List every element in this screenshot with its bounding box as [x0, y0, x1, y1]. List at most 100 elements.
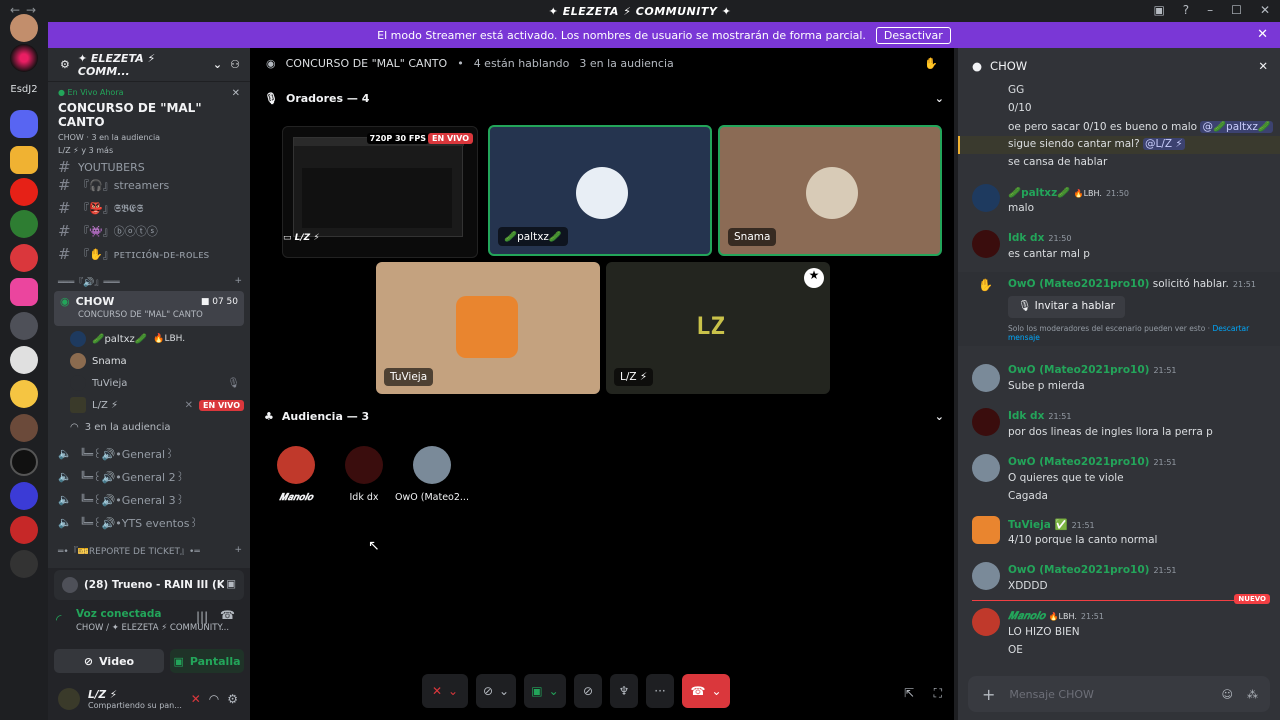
add-channel-icon[interactable]: +	[234, 545, 242, 555]
voice-user[interactable]: Snama	[48, 350, 250, 372]
speaker-tile[interactable]: Snama	[718, 125, 942, 256]
server-icon[interactable]	[10, 482, 38, 510]
audience-member[interactable]: 𝑴𝒂𝒏𝒐𝒍𝒐	[258, 446, 334, 503]
leave-stage-button[interactable]: ☎ ⌄	[682, 674, 730, 708]
voice-channel-item[interactable]: 🔈 ╚═꒰🔊•YTS eventos꒱	[48, 511, 250, 534]
server-folder-label[interactable]: EsdJ2	[0, 84, 48, 95]
voice-user[interactable]: L/Z ⚡ ✕ EN VIVO	[48, 394, 250, 416]
move-to-audience-button[interactable]: ⊘	[574, 674, 602, 708]
server-icon[interactable]	[10, 516, 38, 544]
raise-hand-icon[interactable]: ✋	[924, 57, 938, 70]
chevron-down-icon: ⌄	[448, 684, 459, 698]
activities-button[interactable]: ♆	[610, 674, 638, 708]
mention[interactable]: @🥒paltxz🥒	[1200, 121, 1273, 133]
channel-item[interactable]: # 『🎧』streamers	[48, 173, 250, 196]
server-icon[interactable]	[10, 244, 38, 272]
avatar[interactable]	[972, 562, 1000, 590]
avatar[interactable]	[972, 608, 1000, 636]
category-header[interactable]: ═•『🎫REPORTE DE TICKET』•═ +	[48, 540, 250, 560]
channel-item[interactable]: # YOUTUBERS	[48, 161, 250, 173]
apps-icon[interactable]: ⁂	[1247, 688, 1258, 701]
noise-suppression-icon[interactable]: |||	[196, 610, 208, 624]
server-icon[interactable]	[10, 414, 38, 442]
screen-share-button[interactable]: ▣ Pantalla	[170, 649, 244, 673]
mic-muted-icon[interactable]: ✕	[191, 692, 201, 706]
message-input[interactable]: Mensaje CHOW	[1009, 688, 1207, 701]
audience-member[interactable]: OwO (Mateo2...	[394, 446, 470, 503]
voice-channel-item[interactable]: 🔈 ╚═꒰🔊•General 3꒱	[48, 488, 250, 511]
close-window-icon[interactable]: ✕	[1260, 3, 1270, 17]
avatar[interactable]	[972, 408, 1000, 436]
speaker-tile[interactable]: LZ ★ L/Z ⚡	[606, 262, 830, 394]
server-icon[interactable]	[10, 44, 38, 72]
audience-count[interactable]: ◠ 3 en la audiencia	[48, 416, 250, 438]
channel-item[interactable]: # 『✋』ᴘᴇᴛɪᴄɪóɴ-ᴅᴇ-ʀᴏʟᴇs	[48, 242, 250, 265]
stop-stream-icon[interactable]: ▣	[226, 578, 236, 590]
more-button[interactable]: ···	[646, 674, 674, 708]
add-channel-icon[interactable]: +	[234, 276, 242, 286]
live-stage-card[interactable]: ● En Vivo Ahora CONCURSO DE "MAL" CANTO …	[48, 82, 250, 161]
close-icon[interactable]: ✕	[232, 88, 240, 99]
server-icon[interactable]	[10, 312, 38, 340]
disconnect-icon[interactable]: ☎	[220, 608, 235, 622]
dismiss-link[interactable]: Descartar	[1212, 324, 1249, 333]
mic-button[interactable]: ✕ ⌄	[422, 674, 468, 708]
active-voice-channel[interactable]: ◉ CHOW ■ 07 50 CONCURSO DE "MAL" CANTO	[54, 291, 244, 326]
server-icon[interactable]	[10, 210, 38, 238]
close-banner-icon[interactable]: ✕	[1257, 27, 1268, 42]
voice-channel-subtitle: CONCURSO DE "MAL" CANTO	[78, 310, 203, 320]
server-icon[interactable]	[10, 146, 38, 174]
screen-share-tile[interactable]: 720P 30 FPS EN VIVO ▭ L/Z ⚡	[282, 126, 478, 258]
gear-icon[interactable]: ⚙	[227, 692, 238, 706]
mention[interactable]: @L/Z ⚡	[1143, 138, 1185, 150]
disable-streamer-button[interactable]: Desactivar	[875, 26, 951, 44]
server-icon[interactable]	[10, 346, 38, 374]
speaker-tile[interactable]: TuVieja	[376, 262, 600, 394]
now-playing-activity[interactable]: (28) Trueno - RAIN III (KARAOKE - I... ▣	[54, 570, 244, 600]
active-server-icon[interactable]	[10, 110, 38, 138]
minimize-icon[interactable]: –	[1207, 3, 1213, 17]
user-status: Compartiendo su pan...	[88, 700, 182, 710]
speaker-tile[interactable]: 🥒paltxz🥒	[488, 125, 712, 256]
avatar[interactable]	[972, 364, 1000, 392]
audience-member[interactable]: Idk dx	[326, 446, 402, 503]
avatar[interactable]	[972, 454, 1000, 482]
voice-channel-header[interactable]: ◉ CHOW ■ 07 50	[60, 295, 238, 308]
invite-to-speak-button[interactable]: 🎙 Invitar a hablar	[1008, 296, 1125, 318]
maximize-icon[interactable]: ☐	[1231, 3, 1242, 17]
help-icon[interactable]: ?	[1183, 3, 1189, 17]
category-header[interactable]: ═══『🔊』═══ +	[48, 271, 250, 291]
voice-channel-item[interactable]: 🔈 ╚═꒰🔊•General 2꒱	[48, 465, 250, 488]
popout-icon[interactable]: ⇱	[904, 686, 914, 700]
channel-item[interactable]: # 『👺』𝕾𝕭𝕰𝕾	[48, 196, 250, 219]
add-attachment-icon[interactable]: +	[982, 685, 995, 704]
video-button[interactable]: ⊘ Video	[54, 649, 164, 673]
stream-icon[interactable]: ★	[804, 268, 824, 288]
youtube-server-icon[interactable]	[10, 178, 38, 206]
server-icon[interactable]	[10, 14, 38, 42]
speakers-section-header[interactable]: 🎙 Oradores — 4 ⌄	[264, 92, 944, 105]
channel-item[interactable]: # 『👾』ⓑⓞⓣⓢ	[48, 219, 250, 242]
inbox-icon[interactable]: ▣	[1153, 3, 1164, 17]
audience-section-header[interactable]: ♣ Audiencia — 3 ⌄	[264, 410, 944, 423]
screen-share-control[interactable]: ▣ ⌄	[524, 674, 566, 708]
avatar[interactable]	[972, 184, 1000, 212]
add-friend-icon[interactable]: ⚇	[230, 58, 240, 71]
speak-request: ✋ OwO (Mateo2021pro10) solicitó hablar. 2…	[958, 272, 1280, 346]
server-icon[interactable]	[10, 448, 38, 476]
avatar[interactable]	[972, 230, 1000, 258]
camera-button[interactable]: ⊘ ⌄	[476, 674, 516, 708]
close-icon[interactable]: ✕	[1258, 59, 1268, 73]
fullscreen-icon[interactable]: ⛶	[934, 686, 942, 701]
server-icon[interactable]	[10, 380, 38, 408]
headphones-icon[interactable]: ◠	[209, 692, 219, 706]
emoji-icon[interactable]: ☺	[1222, 688, 1233, 701]
server-header[interactable]: ⚙ ✦ ELEZETA ⚡ COMM... ⌄ ⚇	[48, 48, 250, 82]
avatar[interactable]	[58, 688, 80, 710]
server-icon[interactable]	[10, 550, 38, 578]
avatar[interactable]	[972, 516, 1000, 544]
voice-user[interactable]: TuVieja 🎙	[48, 372, 250, 394]
server-icon[interactable]	[10, 278, 38, 306]
voice-user[interactable]: 🥒paltxz🥒 🔥LBH.	[48, 328, 250, 350]
voice-channel-item[interactable]: 🔈 ╚═꒰🔊•General꒱	[48, 442, 250, 465]
